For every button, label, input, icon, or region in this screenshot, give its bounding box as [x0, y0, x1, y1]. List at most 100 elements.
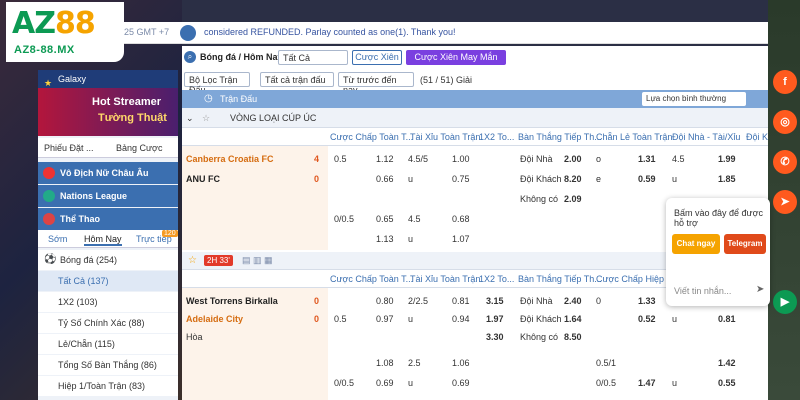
handicap-line: 0.5/1	[596, 358, 617, 368]
streamer-banner[interactable]: Hot Streamer Tường Thuật	[38, 88, 178, 136]
tab-today[interactable]: Hôm Nay	[84, 234, 122, 246]
odds-value[interactable]: 1.08	[376, 358, 394, 368]
odds-value[interactable]: 0.81	[718, 314, 736, 324]
tab-bet-table[interactable]: Bảng Cược	[116, 143, 162, 153]
odds-value[interactable]: 0.52	[638, 314, 656, 324]
view-mode-select[interactable]: Lựa chọn bình thường	[642, 92, 746, 106]
odds-value[interactable]: 1.47	[638, 378, 656, 388]
telegram-icon[interactable]: ➤	[773, 190, 797, 214]
under-label: u	[672, 378, 678, 388]
odds-value[interactable]: 8.20	[564, 174, 582, 184]
live-time-badge: 2H 33'	[204, 255, 233, 266]
livestream-icon[interactable]: ▶	[773, 290, 797, 314]
market-item-correct-score[interactable]: Tỷ Số Chính Xác (88)	[38, 313, 178, 333]
brand-logo[interactable]: AZ88 AZ8-88.MX	[6, 2, 124, 62]
away-team: Adelaide City	[186, 314, 244, 324]
odds-value[interactable]: 2.00	[564, 154, 582, 164]
market-item-total-goals[interactable]: Tổng Số Bàn Thắng (86)	[38, 355, 178, 375]
speaker-icon	[180, 25, 196, 41]
sidebar-item-label: Nations League	[60, 191, 128, 201]
odds-value[interactable]: 3.30	[486, 332, 504, 342]
chevron-down-icon[interactable]: ⌄	[186, 113, 194, 124]
draw-label: Hòa	[186, 332, 203, 342]
odds-value[interactable]: 0.69	[452, 378, 470, 388]
message-input[interactable]: Viết tin nhắn...	[674, 286, 731, 296]
sort-select[interactable]: Từ trước đến nay	[338, 72, 414, 95]
total-line: 2.5	[408, 358, 421, 368]
sidebar-item-nations-league[interactable]: Nations League	[38, 185, 178, 207]
odds-value[interactable]: 0.75	[452, 174, 470, 184]
odds-value[interactable]: 1.13	[376, 234, 394, 244]
odds-value[interactable]: 1.85	[718, 174, 736, 184]
filter-bar: ⌕ Bóng đá / Hôm Nay Tất Cả Cược Xiên Cượ…	[182, 46, 768, 95]
away-score: 0	[314, 174, 320, 184]
sidebar-galaxy[interactable]: ★ Galaxy	[38, 70, 178, 88]
sport-row[interactable]: ⚽ Bóng đá (254)	[38, 250, 178, 270]
outcome-label: Đội Nhà	[520, 154, 553, 164]
odds-value[interactable]: 0.97	[376, 314, 394, 324]
odds-value[interactable]: 1.06	[452, 358, 470, 368]
breadcrumb: Bóng đá / Hôm Nay	[200, 52, 283, 62]
home-team: Canberra Croatia FC	[186, 154, 274, 164]
odds-value[interactable]: 0.55	[718, 378, 736, 388]
odds-value[interactable]: 0.66	[376, 174, 394, 184]
odds-value[interactable]: 0.69	[376, 378, 394, 388]
odds-value[interactable]: 1.31	[638, 154, 656, 164]
tab-early[interactable]: Sớm	[48, 234, 67, 244]
facebook-icon[interactable]: f	[773, 70, 797, 94]
social-icon[interactable]: ◎	[773, 110, 797, 134]
odds-value[interactable]: 2.40	[564, 296, 582, 306]
odds-value[interactable]: 0.94	[452, 314, 470, 324]
odds-value[interactable]: 0.80	[376, 296, 394, 306]
outcome-label: Đội Khách	[520, 314, 562, 324]
parlay-button[interactable]: Cược Xiên	[352, 50, 402, 65]
odds-value[interactable]: 2.09	[564, 194, 582, 204]
odds-value[interactable]: 1.64	[564, 314, 582, 324]
stats-icon[interactable]: ▤ ▥ ▦	[242, 255, 273, 266]
league-filter-select[interactable]: Bộ Lọc Trận Đấu	[184, 72, 250, 95]
match-filter-select[interactable]: Tất cả trận đấu	[260, 72, 334, 87]
marquee-message: considered REFUNDED. Parlay counted as o…	[204, 27, 456, 37]
odds-value[interactable]: 1.00	[452, 154, 470, 164]
league-row[interactable]: ⌄ ☆ VÒNG LOẠI CÚP ÚC	[182, 108, 768, 128]
away-score: 0	[314, 314, 320, 324]
odds-value[interactable]: 1.33	[638, 296, 656, 306]
odds-value[interactable]: 1.07	[452, 234, 470, 244]
send-icon[interactable]: ➤	[756, 284, 764, 295]
star-icon[interactable]: ☆	[188, 255, 197, 266]
odds-value[interactable]: 1.99	[718, 154, 736, 164]
market-item-ht-ft[interactable]: Hiệp 1/Toàn Trận (83)	[38, 376, 178, 396]
telegram-button[interactable]: Telegram	[724, 234, 766, 254]
all-select[interactable]: Tất Cả	[278, 50, 348, 65]
league-count: (51 / 51) Giải	[420, 75, 473, 85]
col-handicap: Cược Chấp Toàn T...	[330, 274, 414, 284]
market-item-odd-even[interactable]: Lẻ/Chẵn (115)	[38, 334, 178, 354]
odds-value[interactable]: 0.68	[452, 214, 470, 224]
market-item-all[interactable]: Tất Cả (137)	[38, 271, 178, 291]
search-icon[interactable]: ⌕	[184, 51, 196, 63]
slip-tabs: Phiếu Đặt ... Bảng Cược	[38, 138, 178, 158]
odds-value[interactable]: 0.81	[452, 296, 470, 306]
star-icon[interactable]: ☆	[202, 113, 210, 124]
match-2-teams: West Torrens Birkalla 0 Adelaide City 0 …	[182, 288, 328, 400]
lucky-parlay-button[interactable]: Cược Xiên May Mắn	[406, 50, 506, 65]
total-line: 4.5	[672, 154, 685, 164]
handicap-line: 0/0.5	[334, 378, 355, 388]
phone-icon[interactable]: ✆	[773, 150, 797, 174]
sports-icon	[43, 213, 55, 225]
col-over-under: Tài Xỉu Toàn Trận	[410, 132, 481, 142]
sidebar-item-sports[interactable]: Thể Thao	[38, 208, 178, 230]
odds-value[interactable]: 1.42	[718, 358, 736, 368]
market-item-1x2[interactable]: 1X2 (103)	[38, 292, 178, 312]
chat-now-button[interactable]: Chat ngay	[672, 234, 720, 254]
odds-value[interactable]: 3.15	[486, 296, 504, 306]
sidebar-item-womens-euro[interactable]: Vô Địch Nữ Châu Âu	[38, 162, 178, 184]
tab-bet-slip[interactable]: Phiếu Đặt ...	[44, 143, 94, 153]
odds-value[interactable]: 1.97	[486, 314, 504, 324]
odds-value[interactable]: 8.50	[564, 332, 582, 342]
odds-value[interactable]: 1.12	[376, 154, 394, 164]
col-1x2: 1X2 To...	[479, 132, 515, 142]
odds-value[interactable]: 0.65	[376, 214, 394, 224]
outcome-label: Không có	[520, 194, 559, 204]
odds-value[interactable]: 0.59	[638, 174, 656, 184]
